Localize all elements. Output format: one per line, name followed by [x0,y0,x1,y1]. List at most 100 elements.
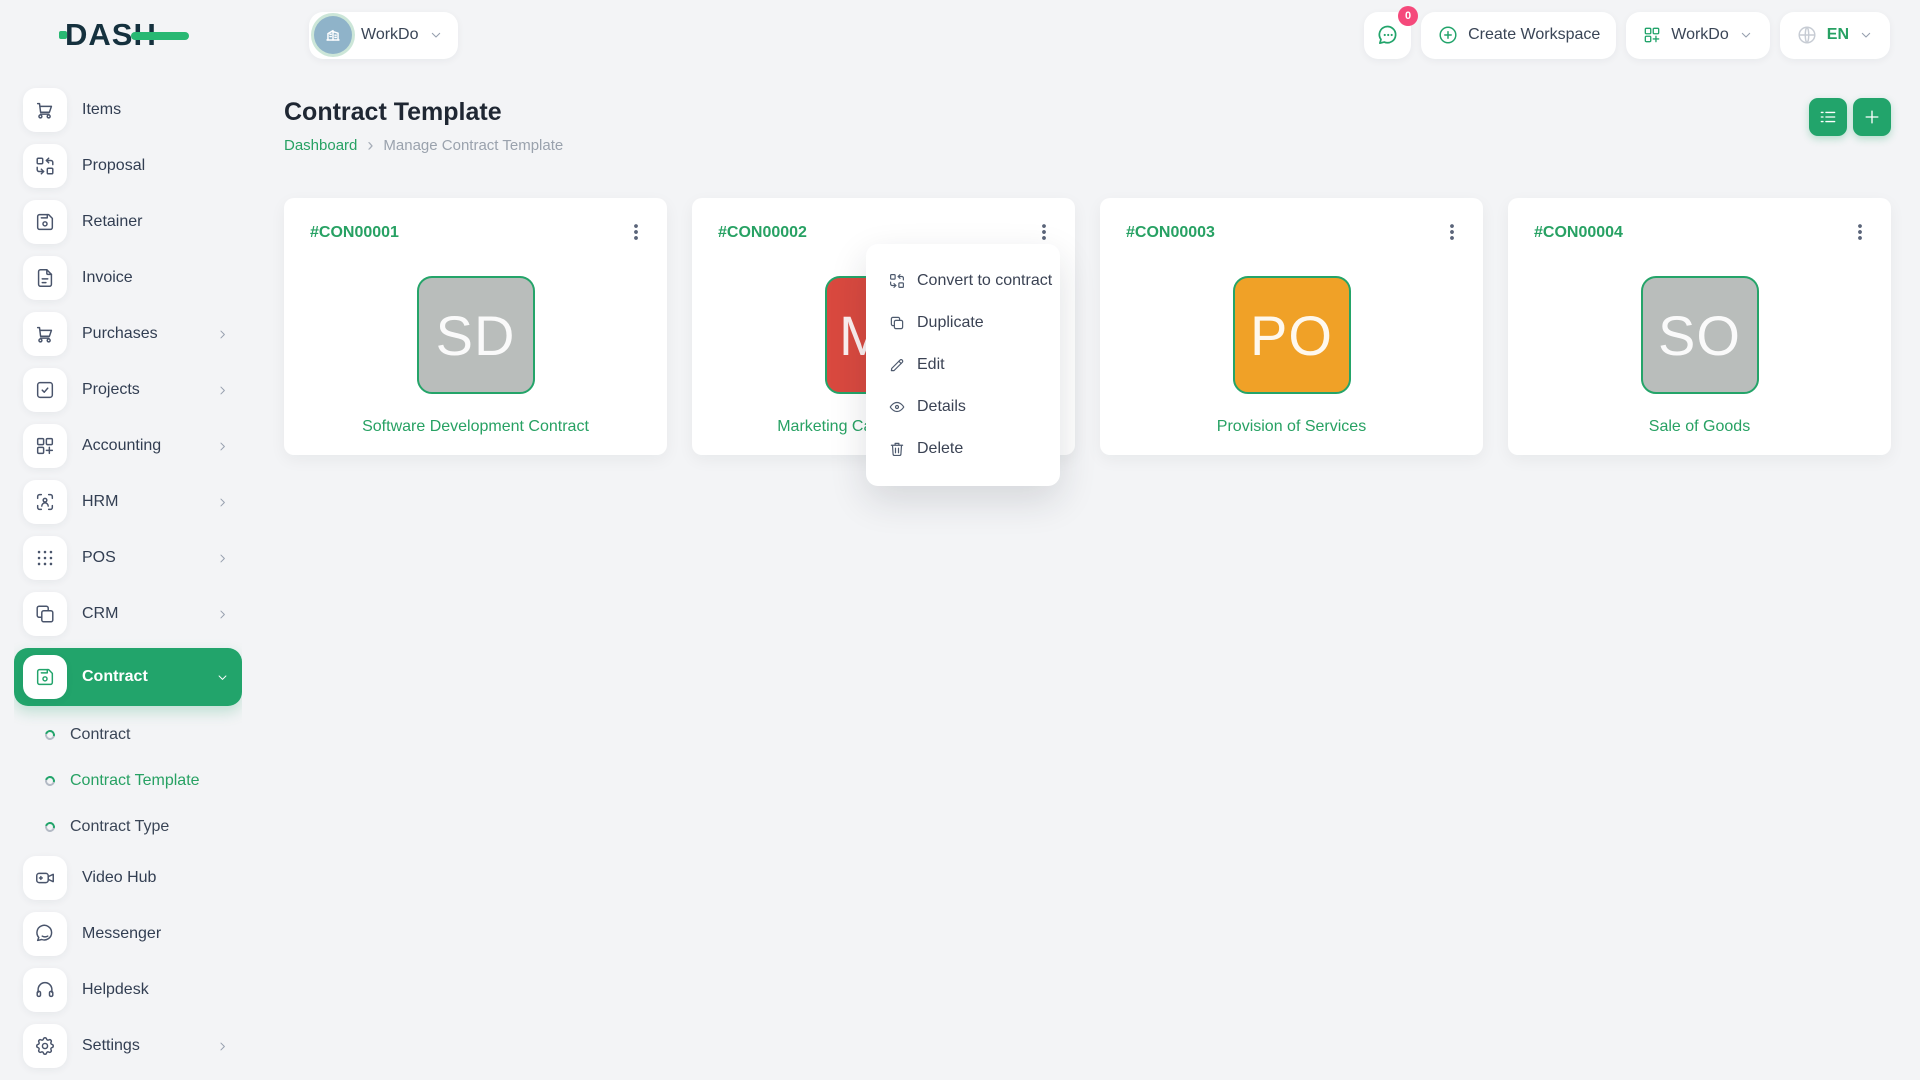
sidebar-item-hrm[interactable]: HRM [14,480,242,524]
context-menu-item-label: Convert to contract [917,272,1052,290]
sidebar-item-icon-box [23,368,67,412]
chevron-right-icon [215,383,230,398]
workdo-apps-label: WorkDo [1671,26,1729,44]
header-actions: 0 Create Workspace WorkDo EN [1364,12,1890,59]
sidebar-item-label: Invoice [82,269,133,287]
sidebar-item-messenger[interactable]: Messenger [14,912,242,956]
sidebar-contract-submenu: Contract Contract Template Contract Type [14,718,242,856]
contract-template-card: #CON00003 PO Provision of Services [1100,198,1483,455]
sidebar-item-retainer[interactable]: Retainer [14,200,242,244]
plus-icon [1862,107,1882,127]
template-name-link[interactable]: Software Development Contract [310,418,641,436]
context-menu-delete[interactable]: Delete [866,428,1060,470]
trash-icon [888,440,906,458]
page-header: Contract Template Dashboard › Manage Con… [284,98,1891,154]
contract-id: #CON00004 [1534,224,1623,242]
logo-accent-dot [59,31,67,39]
grid-plus-icon [1642,25,1662,45]
sidebar-item-helpdesk[interactable]: Helpdesk [14,968,242,1012]
message-icon [34,923,56,945]
sidebar-item-contract[interactable]: Contract [14,648,242,706]
sidebar-item-items[interactable]: Items [14,88,242,132]
sidebar-item-label: Purchases [82,325,158,343]
sidebar-item-label: POS [82,549,116,567]
card-menu-button[interactable] [1033,221,1055,246]
sidebar-item-projects[interactable]: Projects [14,368,242,412]
breadcrumb-dashboard-link[interactable]: Dashboard [284,137,357,154]
sidebar-item-icon-box [23,655,67,699]
add-template-button[interactable] [1853,98,1891,136]
language-selector[interactable]: EN [1780,12,1890,59]
sidebar-item-label: Contract [82,668,148,686]
sidebar-item-icon-box [23,312,67,356]
template-name-link[interactable]: Provision of Services [1126,418,1457,436]
context-menu-duplicate[interactable]: Duplicate [866,302,1060,344]
sidebar-item-icon-box [23,256,67,300]
sidebar-item-crm[interactable]: CRM [14,592,242,636]
chevron-right-icon [215,439,230,454]
page-actions [1809,98,1891,136]
sidebar-item-video-hub[interactable]: Video Hub [14,856,242,900]
app-logo[interactable]: DASH [65,18,215,52]
headset-icon [34,979,56,1001]
gear-icon [34,1035,56,1057]
card-header: #CON00002 [718,224,1049,246]
copy-icon [888,314,906,332]
sidebar-subitem-contract[interactable]: Contract [14,718,242,752]
contract-template-card: #CON00001 SD Software Development Contra… [284,198,667,455]
floppy-icon [34,666,56,688]
grid-plus-icon [34,435,56,457]
chevron-right-icon [215,327,230,342]
sidebar-item-settings[interactable]: Settings [14,1024,242,1068]
card-menu-button[interactable] [1441,221,1463,246]
context-menu-item-label: Duplicate [917,314,984,332]
sidebar-item-icon-box [23,968,67,1012]
list-view-button[interactable] [1809,98,1847,136]
sidebar-item-invoice[interactable]: Invoice [14,256,242,300]
sidebar-item-icon-box [23,536,67,580]
sidebar-item-icon-box [23,424,67,468]
floppy-icon [34,211,56,233]
context-menu-details[interactable]: Details [866,386,1060,428]
kebab-icon [1849,221,1871,243]
sidebar: Items Proposal Retainer Invoice Purchase… [14,70,242,1080]
contract-id: #CON00001 [310,224,399,242]
list-icon [1818,107,1838,127]
create-workspace-button[interactable]: Create Workspace [1421,12,1616,59]
sidebar-subitem-contract-template[interactable]: Contract Template [14,764,242,798]
template-name-link[interactable]: Sale of Goods [1534,418,1865,436]
sidebar-item-icon-box [23,88,67,132]
kebab-icon [1033,221,1055,243]
sidebar-item-label: Proposal [82,157,145,175]
contract-id: #CON00003 [1126,224,1215,242]
globe-icon [1796,24,1818,46]
sidebar-item-pos[interactable]: POS [14,536,242,580]
kebab-icon [625,221,647,243]
sidebar-item-purchases[interactable]: Purchases [14,312,242,356]
sidebar-item-accounting[interactable]: Accounting [14,424,242,468]
breadcrumb: Dashboard › Manage Contract Template [284,137,563,154]
messages-button[interactable]: 0 [1364,12,1411,59]
workdo-apps-button[interactable]: WorkDo [1626,12,1770,59]
template-initials: SO [1658,303,1741,368]
card-menu-button[interactable] [625,221,647,246]
replace-icon [888,272,906,290]
context-menu-edit[interactable]: Edit [866,344,1060,386]
card-menu-button[interactable] [1849,221,1871,246]
chevron-down-icon [1738,27,1754,43]
sidebar-subitem-contract-type[interactable]: Contract Type [14,810,242,844]
sidebar-item-proposal[interactable]: Proposal [14,144,242,188]
workspace-switcher[interactable]: WorkDo [309,12,458,59]
workspace-avatar [314,16,352,54]
dots-grid-icon [34,547,56,569]
sidebar-secondary-list: Video Hub Messenger Helpdesk Settings [14,856,242,1080]
copy-squares-icon [34,603,56,625]
chevron-right-icon [215,495,230,510]
context-menu-item-label: Edit [917,356,945,374]
bullet-icon [43,820,57,834]
sidebar-item-icon-box [23,480,67,524]
context-menu-convert-to-contract[interactable]: Convert to contract [866,260,1060,302]
sidebar-item-label: Messenger [82,925,161,943]
sidebar-subitem-label: Contract [70,726,130,744]
sidebar-item-label: Settings [82,1037,140,1055]
